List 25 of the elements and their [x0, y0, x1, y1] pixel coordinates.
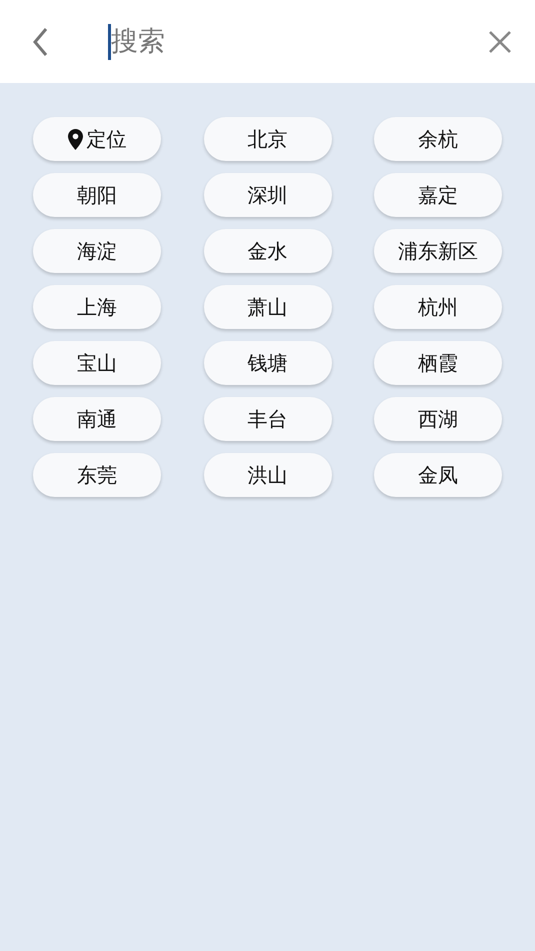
city-chip[interactable]: 余杭 [374, 117, 502, 161]
close-icon[interactable] [488, 30, 512, 54]
search-field[interactable]: 搜索 [111, 26, 488, 57]
city-chip[interactable]: 萧山 [204, 285, 332, 329]
city-chip[interactable]: 定位 [33, 117, 161, 161]
city-chip[interactable]: 栖霞 [374, 341, 502, 385]
back-icon[interactable] [32, 26, 48, 56]
city-chip[interactable]: 上海 [33, 285, 161, 329]
city-chip[interactable]: 深圳 [204, 173, 332, 217]
city-chip[interactable]: 南通 [33, 397, 161, 441]
city-chip[interactable]: 海淀 [33, 229, 161, 273]
city-chip[interactable]: 杭州 [374, 285, 502, 329]
city-chip[interactable]: 宝山 [33, 341, 161, 385]
city-chip[interactable]: 洪山 [204, 453, 332, 497]
city-chip[interactable]: 浦东新区 [374, 229, 502, 273]
city-chip[interactable]: 东莞 [33, 453, 161, 497]
city-chip[interactable]: 朝阳 [33, 173, 161, 217]
location-pin-icon [68, 128, 82, 150]
city-chip[interactable]: 嘉定 [374, 173, 502, 217]
city-chip[interactable]: 西湖 [374, 397, 502, 441]
city-chip[interactable]: 丰台 [204, 397, 332, 441]
city-chip[interactable]: 金水 [204, 229, 332, 273]
city-chip[interactable]: 金凤 [374, 453, 502, 497]
city-chip[interactable]: 钱塘 [204, 341, 332, 385]
city-chip[interactable]: 北京 [204, 117, 332, 161]
